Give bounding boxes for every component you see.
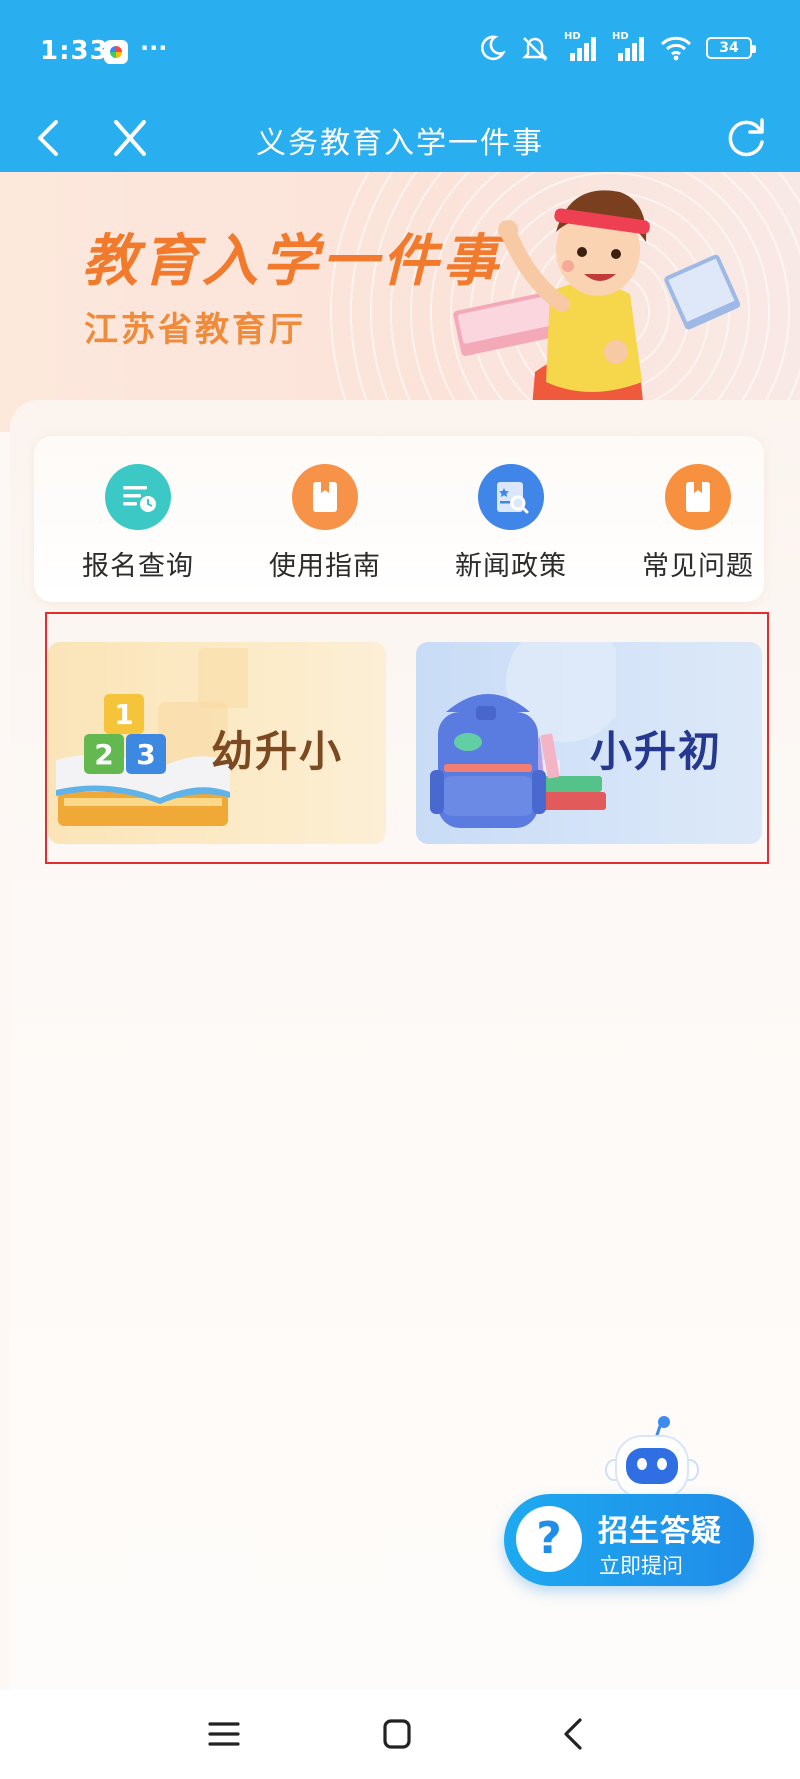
help-button-title: 招生答疑 <box>598 1514 722 1549</box>
block-digit: 1 <box>114 698 133 731</box>
quick-link-registration-query[interactable]: 报名查询 <box>68 464 208 583</box>
home-icon[interactable] <box>373 1712 421 1756</box>
signal-icon: HD <box>564 31 598 61</box>
entry-label: 幼升小 <box>211 727 344 776</box>
quick-link-faq[interactable]: 常见问题 <box>628 464 768 583</box>
banner-subtitle: 江苏省教育厅 <box>84 310 306 350</box>
quick-link-user-guide[interactable]: 使用指南 <box>255 464 395 583</box>
mute-icon <box>522 37 548 61</box>
primary-to-middle-entry[interactable]: 小升初 <box>416 642 762 844</box>
quick-link-news-policy[interactable]: 新闻政策 <box>441 464 581 583</box>
block-digit: 2 <box>94 738 113 771</box>
block-digit: 3 <box>136 738 155 771</box>
kindergarten-to-primary-entry[interactable]: 1 2 3 幼升小 <box>48 642 386 844</box>
battery-level: 34 <box>719 40 739 56</box>
app-icon <box>104 40 128 64</box>
quick-link-label: 常见问题 <box>642 551 754 582</box>
back-icon[interactable] <box>550 1712 598 1756</box>
status-time: 1:33 <box>40 36 109 66</box>
system-navigation-bar <box>0 1690 800 1779</box>
quick-link-label: 使用指南 <box>269 551 381 582</box>
refresh-icon[interactable] <box>718 110 774 166</box>
status-bar: 1:33 ··· HD HD 34 <box>0 0 800 104</box>
boy-reading-illustration <box>453 190 741 432</box>
wifi-icon <box>660 36 692 61</box>
question-icon: ? <box>516 1506 582 1572</box>
help-button-subtitle: 立即提问 <box>599 1554 683 1578</box>
more-notifications-icon: ··· <box>140 34 168 62</box>
admission-help-button[interactable]: ? 招生答疑 立即提问 <box>504 1494 754 1586</box>
entry-label: 小升初 <box>590 727 723 776</box>
book-icon <box>665 464 731 530</box>
backpack-illustration <box>430 642 616 828</box>
status-icons: HD HD 34 <box>478 31 756 62</box>
list-clock-icon <box>105 464 171 530</box>
signal-hd-label: HD <box>612 31 629 42</box>
robot-mascot-icon <box>605 1416 699 1499</box>
moon-icon <box>480 35 506 61</box>
menu-icon[interactable] <box>200 1712 248 1756</box>
banner-title: 教育入学一件事 <box>82 229 502 294</box>
quick-link-label: 报名查询 <box>82 551 194 582</box>
book-icon <box>292 464 358 530</box>
quick-link-label: 新闻政策 <box>455 551 567 582</box>
signal-hd-label: HD <box>564 31 581 42</box>
hero-banner: 教育入学一件事 江苏省教育厅 <box>0 172 800 432</box>
quick-links-card: 报名查询 使用指南 新闻政策 常见问题 <box>34 436 764 602</box>
battery-icon: 34 <box>706 37 756 59</box>
top-nav-bar: 义务教育入学一件事 <box>0 104 800 172</box>
signal-icon: HD <box>612 31 646 61</box>
news-search-icon <box>478 464 544 530</box>
page-title: 义务教育入学一件事 <box>256 126 544 161</box>
